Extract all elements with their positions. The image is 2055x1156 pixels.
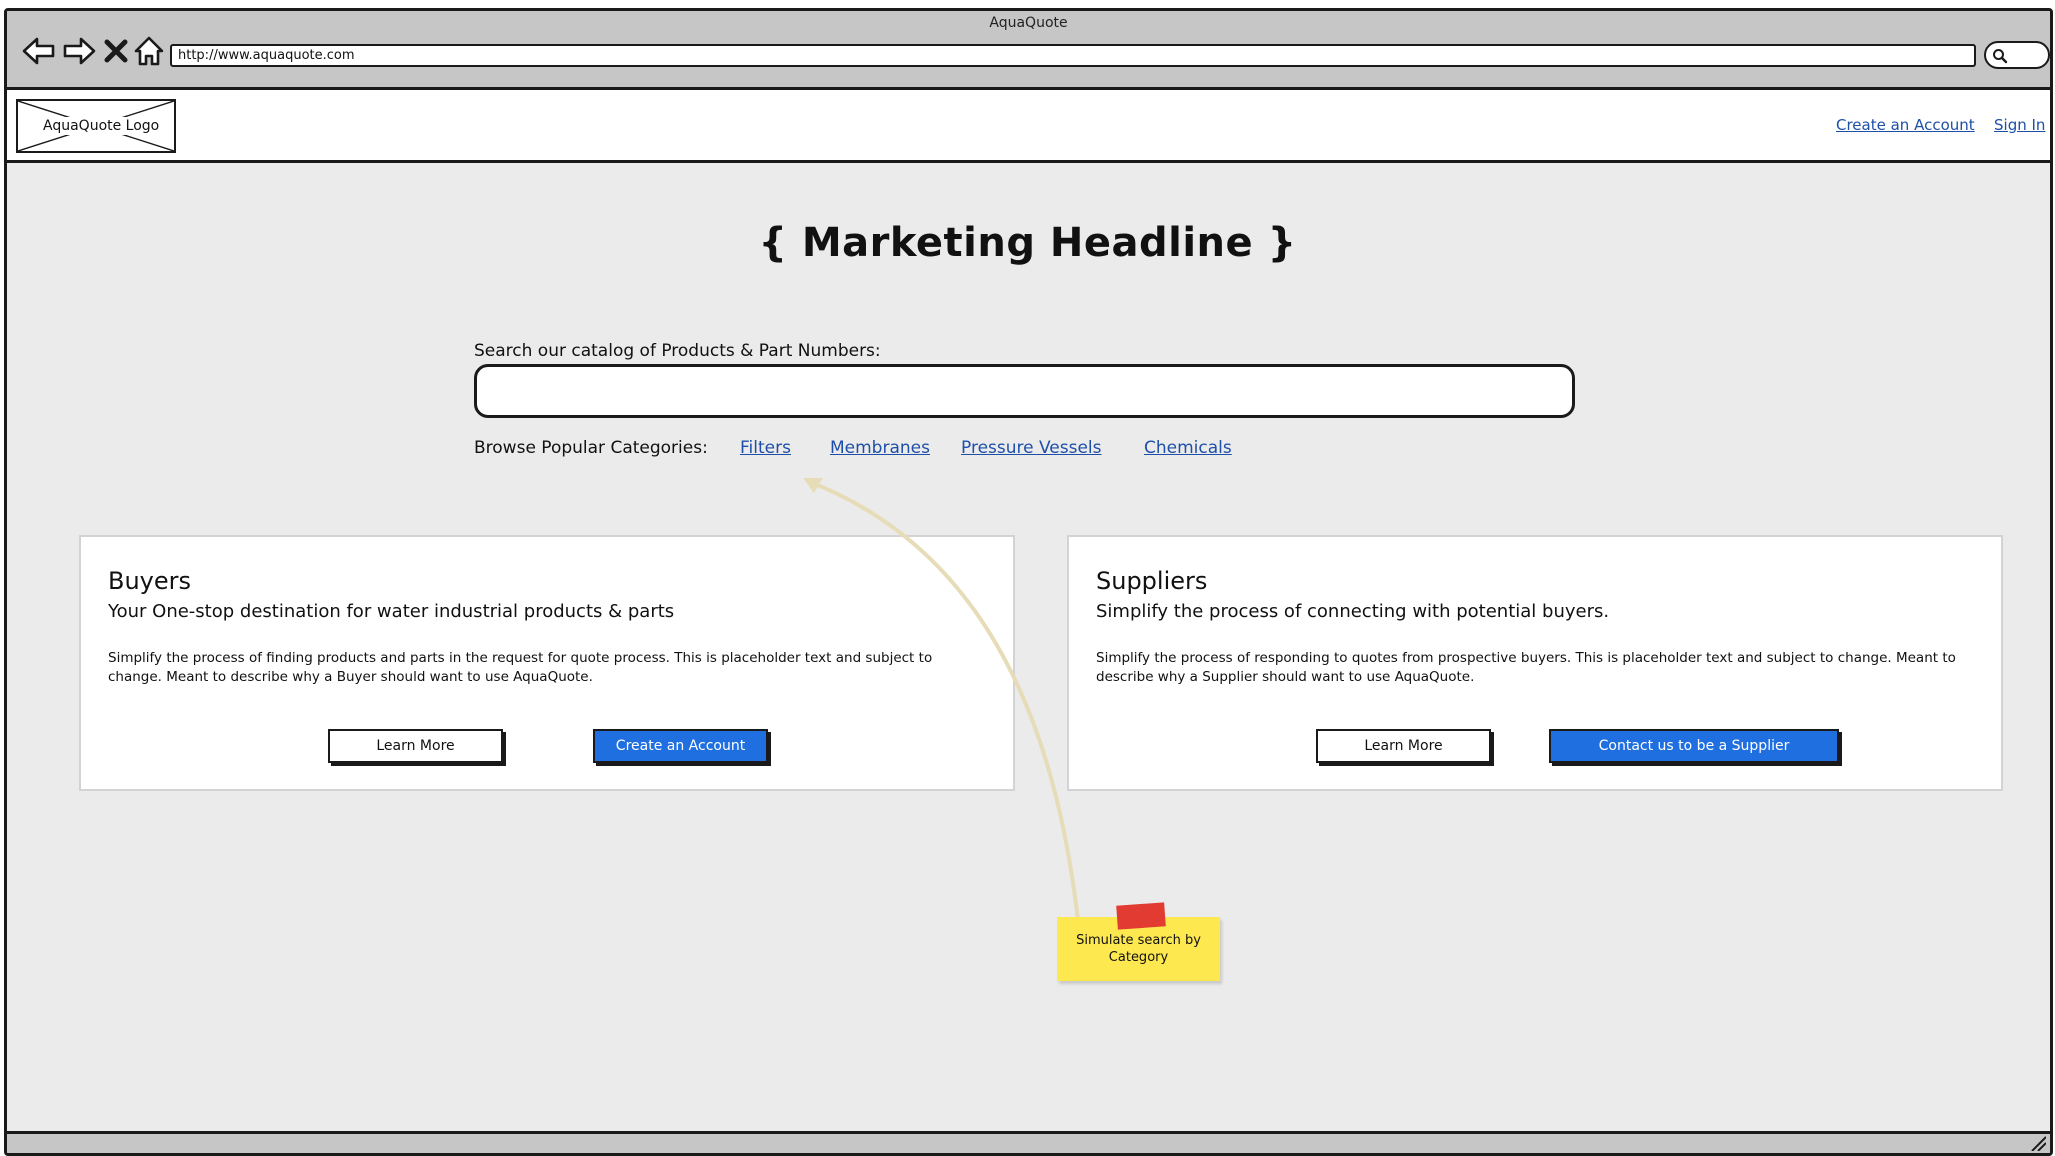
address-bar[interactable]: http://www.aquaquote.com bbox=[170, 44, 1976, 67]
logo-label: AquaQuote Logo bbox=[40, 117, 163, 135]
browser-search-field[interactable] bbox=[1984, 41, 2050, 69]
close-icon[interactable] bbox=[101, 33, 131, 69]
search-icon bbox=[1993, 49, 2008, 64]
resize-grip-icon[interactable] bbox=[2030, 1135, 2046, 1151]
buyers-learn-more-button[interactable]: Learn More bbox=[328, 729, 503, 763]
site-header: AquaQuote Logo Create an Account Sign In bbox=[7, 90, 2050, 163]
suppliers-title: Suppliers bbox=[1096, 567, 1208, 595]
create-account-link[interactable]: Create an Account bbox=[1836, 116, 1975, 134]
category-link-membranes[interactable]: Membranes bbox=[830, 438, 930, 458]
catalog-search-input[interactable] bbox=[474, 364, 1575, 418]
suppliers-subtitle: Simplify the process of connecting with … bbox=[1096, 601, 1610, 622]
browser-titlebar: AquaQuote http://www.aquaquote.com bbox=[7, 11, 2050, 90]
logo-placeholder[interactable]: AquaQuote Logo bbox=[16, 99, 176, 153]
sticky-tape bbox=[1116, 902, 1166, 930]
sign-in-link[interactable]: Sign In bbox=[1994, 116, 2045, 134]
category-link-chemicals[interactable]: Chemicals bbox=[1144, 438, 1232, 458]
category-link-pressure-vessels[interactable]: Pressure Vessels bbox=[961, 438, 1102, 458]
home-icon[interactable] bbox=[131, 33, 167, 69]
suppliers-panel: Suppliers Simplify the process of connec… bbox=[1067, 535, 2003, 791]
buyers-description: Simplify the process of finding products… bbox=[108, 650, 933, 685]
forward-arrow-icon[interactable] bbox=[61, 33, 97, 69]
suppliers-description: Simplify the process of responding to qu… bbox=[1096, 650, 1956, 685]
marketing-headline: { Marketing Headline } bbox=[758, 220, 1297, 266]
buyers-subtitle: Your One-stop destination for water indu… bbox=[108, 601, 675, 622]
buyers-create-account-button[interactable]: Create an Account bbox=[593, 729, 768, 763]
buyers-panel: Buyers Your One-stop destination for wat… bbox=[79, 535, 1015, 791]
suppliers-learn-more-button[interactable]: Learn More bbox=[1316, 729, 1491, 763]
browse-categories-label: Browse Popular Categories: bbox=[474, 438, 708, 458]
browser-statusbar bbox=[7, 1131, 2050, 1153]
category-link-filters[interactable]: Filters bbox=[740, 438, 791, 458]
back-arrow-icon[interactable] bbox=[21, 33, 57, 69]
window-title: AquaQuote bbox=[989, 15, 1068, 31]
search-label: Search our catalog of Products & Part Nu… bbox=[474, 341, 881, 361]
buyers-title: Buyers bbox=[108, 567, 192, 595]
contact-supplier-button[interactable]: Contact us to be a Supplier bbox=[1549, 729, 1839, 763]
